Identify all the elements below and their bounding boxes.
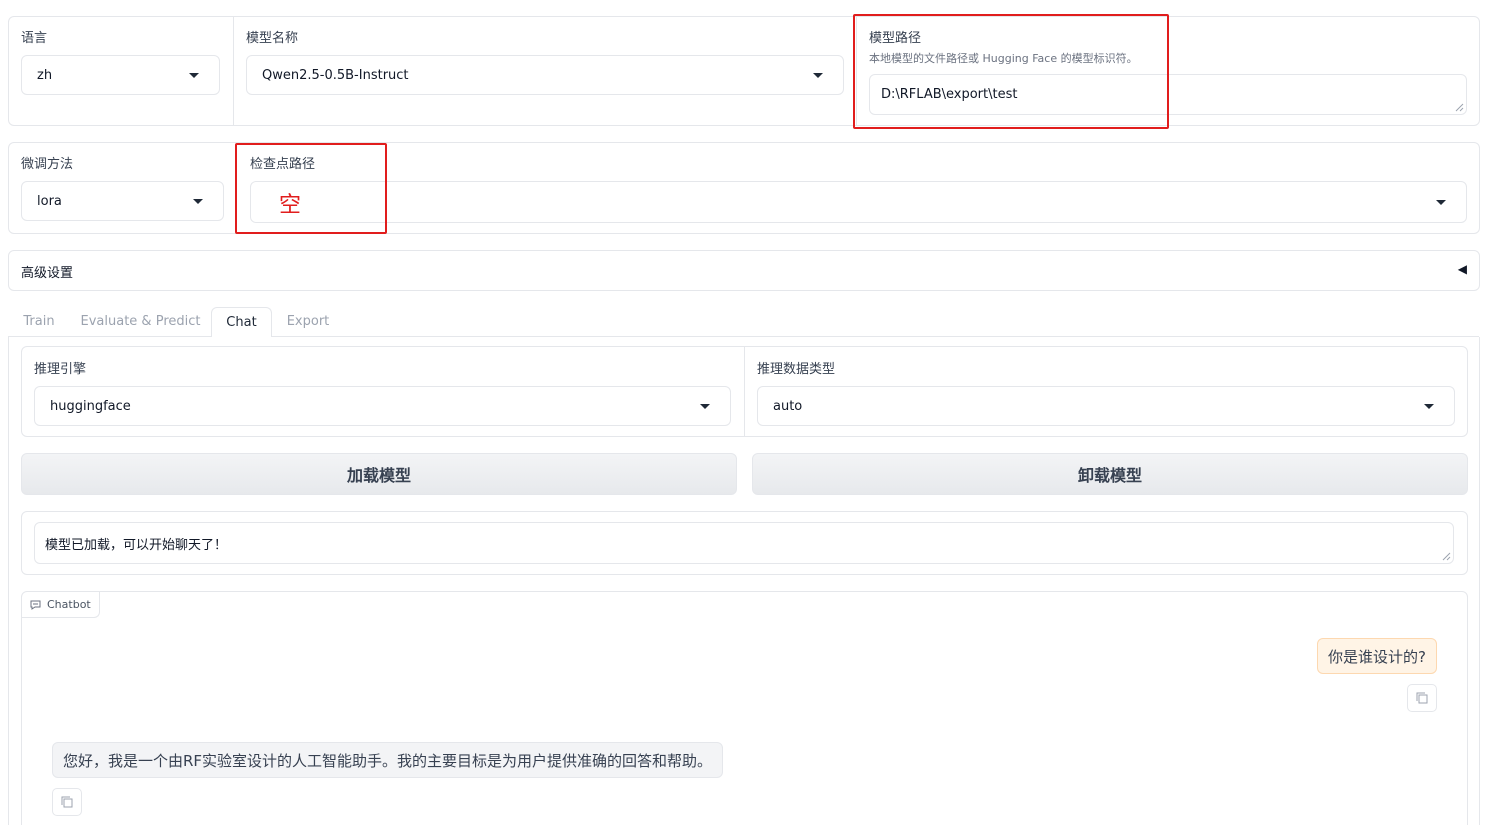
language-label: 语言	[21, 31, 48, 46]
finetune-value: lora	[37, 193, 62, 209]
model-name-dropdown[interactable]: Qwen2.5-0.5B-Instruct	[246, 55, 844, 95]
advanced-settings-label: 高级设置	[21, 266, 74, 281]
resize-handle-icon[interactable]	[1442, 552, 1451, 561]
chevron-down-icon	[193, 199, 203, 204]
model-path-input[interactable]: D:\RFLAB\export\test	[869, 74, 1467, 115]
chatbot-panel: Chatbot 你是谁设计的? 您好，我是一个由RF实验室设计的人工智能助手。我…	[21, 591, 1468, 825]
infer-dtype-dropdown[interactable]: auto	[757, 386, 1455, 426]
user-message-text: 你是谁设计的?	[1328, 647, 1426, 666]
main-tabs: Train Evaluate & Predict Chat Export	[8, 307, 1479, 338]
language-dropdown[interactable]: zh	[21, 55, 220, 95]
model-name-label: 模型名称	[246, 31, 299, 46]
language-value: zh	[37, 67, 53, 83]
user-message-bubble: 你是谁设计的?	[1317, 638, 1437, 674]
chatbot-label-badge: Chatbot	[22, 592, 100, 618]
infer-backend-label: 推理引擎	[34, 362, 87, 377]
chevron-down-icon	[1436, 200, 1446, 205]
infer-dtype-cell: 推理数据类型 auto	[744, 347, 1467, 436]
assistant-message-text: 您好，我是一个由RF实验室设计的人工智能助手。我的主要目标是为用户提供准确的回答…	[63, 751, 713, 770]
model-settings-row: 语言 zh 模型名称 Qwen2.5-0.5B-Instruct 模型路径 本地…	[8, 16, 1480, 126]
finetune-cell: 微调方法 lora	[9, 143, 237, 233]
infer-backend-cell: 推理引擎 huggingface	[22, 347, 744, 436]
copy-icon[interactable]	[1407, 684, 1437, 712]
info-box: 模型已加载，可以开始聊天了！	[21, 511, 1468, 575]
chat-tab-panel: 推理引擎 huggingface 推理数据类型 auto 加载模型 卸载模型 模…	[8, 337, 1480, 825]
checkpoint-label: 检查点路径	[250, 157, 316, 172]
advanced-settings-accordion[interactable]: 高级设置 ◀	[8, 250, 1480, 291]
inference-settings: 推理引擎 huggingface 推理数据类型 auto	[21, 346, 1468, 437]
chevron-down-icon	[189, 73, 199, 78]
tab-evaluate-predict[interactable]: Evaluate & Predict	[78, 307, 203, 337]
infer-backend-value: huggingface	[50, 398, 131, 414]
info-textarea[interactable]: 模型已加载，可以开始聊天了！	[34, 522, 1454, 564]
infer-backend-dropdown[interactable]: huggingface	[34, 386, 731, 426]
tab-chat[interactable]: Chat	[211, 307, 272, 338]
chevron-down-icon	[1424, 404, 1434, 409]
resize-handle-icon[interactable]	[1455, 103, 1464, 112]
language-cell: 语言 zh	[9, 17, 233, 125]
chatbot-label: Chatbot	[47, 598, 91, 611]
tab-export[interactable]: Export	[280, 307, 336, 337]
chat-bubble-icon	[30, 600, 41, 610]
adapter-settings-row: 微调方法 lora 检查点路径	[8, 142, 1480, 234]
model-path-value: D:\RFLAB\export\test	[881, 87, 1018, 102]
checkpoint-dropdown[interactable]	[250, 181, 1467, 223]
unload-model-button[interactable]: 卸载模型	[752, 453, 1468, 495]
checkpoint-cell: 检查点路径	[237, 143, 1479, 233]
model-path-hint: 本地模型的文件路径或 Hugging Face 的模型标识符。	[869, 52, 1138, 65]
info-text: 模型已加载，可以开始聊天了！	[45, 538, 228, 553]
collapse-triangle-icon[interactable]: ◀	[1458, 262, 1467, 276]
copy-icon[interactable]	[52, 788, 82, 816]
model-name-cell: 模型名称 Qwen2.5-0.5B-Instruct	[233, 17, 856, 125]
checkpoint-empty-annotation: 空	[279, 193, 302, 218]
chevron-down-icon	[813, 73, 823, 78]
finetune-label: 微调方法	[21, 157, 74, 172]
finetune-dropdown[interactable]: lora	[21, 181, 224, 221]
infer-dtype-label: 推理数据类型	[757, 362, 836, 377]
chevron-down-icon	[700, 404, 710, 409]
load-model-button[interactable]: 加载模型	[21, 453, 737, 495]
assistant-message-bubble: 您好，我是一个由RF实验室设计的人工智能助手。我的主要目标是为用户提供准确的回答…	[52, 742, 724, 778]
model-path-cell: 模型路径 本地模型的文件路径或 Hugging Face 的模型标识符。 D:\…	[856, 17, 1479, 125]
tab-train[interactable]: Train	[14, 307, 64, 337]
model-path-label: 模型路径	[869, 31, 922, 46]
infer-dtype-value: auto	[773, 398, 803, 414]
model-name-value: Qwen2.5-0.5B-Instruct	[262, 67, 409, 83]
